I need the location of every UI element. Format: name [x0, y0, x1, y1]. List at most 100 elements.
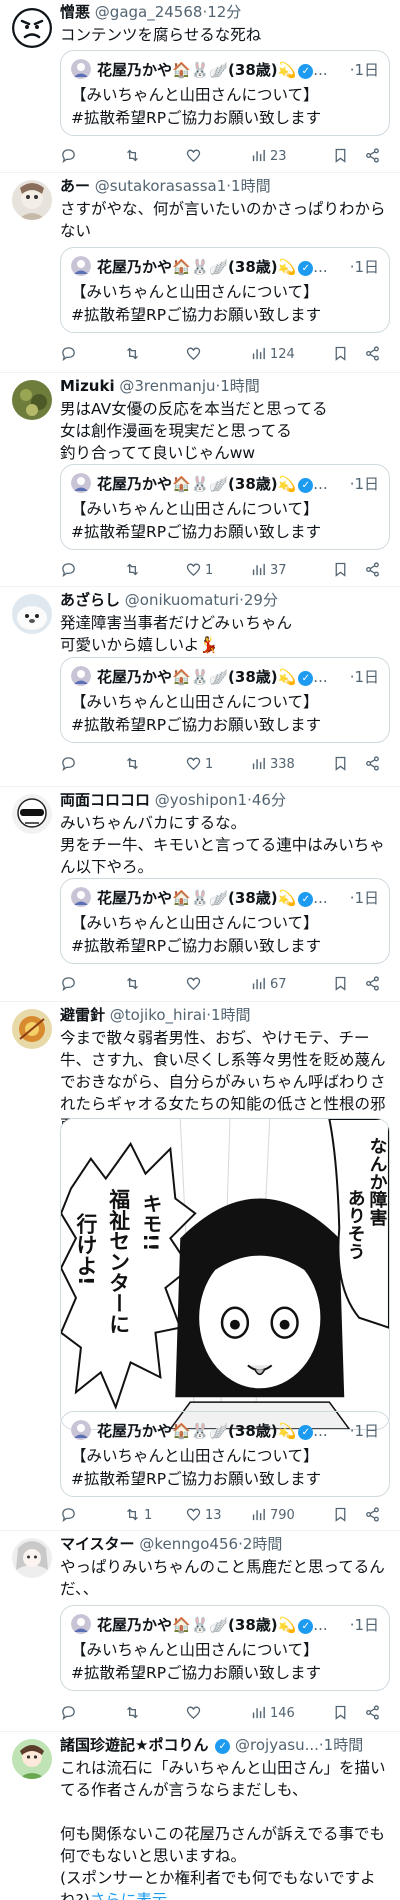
share-button[interactable] [364, 342, 381, 368]
like-button[interactable] [185, 144, 205, 170]
author-name[interactable]: あー [60, 177, 90, 195]
views-button[interactable]: 146 [250, 1701, 295, 1727]
avatar[interactable] [12, 180, 52, 220]
timestamp[interactable]: ·12分 [202, 3, 241, 21]
avatar[interactable] [12, 594, 52, 634]
retweet-button[interactable] [124, 752, 144, 778]
reply-button[interactable] [60, 1701, 80, 1727]
share-button[interactable] [364, 1503, 381, 1529]
tweet[interactable]: 諸国珍遊記★ポコりん ✓ @rojyasu...·1時間 これは流石に「みいちゃ… [0, 1733, 400, 1900]
attached-image[interactable]: キモ!! 福祉センターに 行けよ! なんか障害 ありそう [60, 1118, 390, 1430]
bookmark-icon [335, 1705, 346, 1720]
author-name[interactable]: 避雷針 [60, 1006, 105, 1024]
share-button[interactable] [364, 144, 381, 170]
author-handle[interactable]: @yoshipon1 [155, 791, 247, 809]
analytics-icon [252, 347, 265, 360]
show-more-link[interactable]: さらに表示 [90, 1891, 168, 1900]
author-name[interactable]: マイスター [60, 1535, 135, 1553]
tweet[interactable]: あー @sutakorasassa1·1時間 さすがやな、何が言いたいのかさっぱ… [0, 174, 400, 373]
timestamp[interactable]: ·1時間 [206, 1006, 250, 1024]
reply-button[interactable] [60, 1503, 80, 1529]
views-button[interactable]: 37 [250, 558, 287, 584]
tweet[interactable]: マイスター @kenngo456·2時間 やっぱりみいちゃんのこと馬鹿だと思って… [0, 1532, 400, 1732]
timestamp[interactable]: ·46分 [247, 791, 286, 809]
quote-truncation: ... [313, 61, 328, 79]
tweet-text: みいちゃんバカにするな。 男をチー牛、キモいと言ってる連中はみいちゃん以下やろ。 [60, 814, 385, 876]
reply-button[interactable] [60, 144, 80, 170]
timestamp[interactable]: ·2時間 [238, 1535, 282, 1553]
tweet[interactable]: 両面コロコロ @yoshipon1·46分 みいちゃんバカにするな。 男をチー牛… [0, 788, 400, 1002]
retweet-button[interactable]: 1 [124, 1503, 152, 1529]
tweet[interactable]: 避雷針 @tojiko_hirai·1時間 今まで散々弱者男性、おぢ、やけモテ、… [0, 1003, 400, 1531]
quoted-tweet[interactable]: 花屋乃かや🏠🐰🪽(38歳)💫 ✓... ·1日 【みいちゃんと山田さんについて】 … [60, 878, 390, 964]
timestamp[interactable]: ·1時間 [226, 177, 270, 195]
quoted-tweet[interactable]: 花屋乃かや🏠🐰🪽(38歳)💫 ✓... ·1日 【みいちゃんと山田さんについて】 … [60, 464, 390, 550]
views-button[interactable]: 23 [250, 144, 287, 170]
avatar[interactable] [12, 794, 52, 834]
timestamp[interactable]: ·1時間 [319, 1736, 363, 1754]
avatar[interactable] [12, 380, 52, 420]
bookmark-button[interactable] [332, 144, 349, 170]
like-button[interactable] [185, 1701, 205, 1727]
author-handle[interactable]: @kenngo456 [139, 1535, 238, 1553]
retweet-button[interactable] [124, 558, 144, 584]
quote-avatar [71, 473, 91, 493]
quoted-tweet[interactable]: 花屋乃かや🏠🐰🪽(38歳)💫 ✓... ·1日 【みいちゃんと山田さんについて】 … [60, 50, 390, 136]
like-button[interactable] [185, 972, 205, 998]
quote-avatar [71, 666, 91, 686]
author-handle[interactable]: @onikuomaturi [125, 591, 239, 609]
quoted-tweet[interactable]: 花屋乃かや🏠🐰🪽(38歳)💫 ✓... ·1日 【みいちゃんと山田さんについて】 … [60, 1605, 390, 1691]
share-button[interactable] [364, 972, 381, 998]
author-handle[interactable]: @tojiko_hirai [110, 1006, 206, 1024]
bookmark-button[interactable] [332, 342, 349, 368]
author-handle[interactable]: @rojyasu... [235, 1736, 319, 1754]
reply-button[interactable] [60, 342, 80, 368]
author-handle[interactable]: @3renmanju [119, 377, 215, 395]
quoted-tweet[interactable]: 花屋乃かや🏠🐰🪽(38歳)💫 ✓... ·1日 【みいちゃんと山田さんについて】 … [60, 657, 390, 743]
retweet-button[interactable] [124, 1701, 144, 1727]
like-button[interactable]: 1 [185, 752, 213, 778]
reply-button[interactable] [60, 558, 80, 584]
tweet[interactable]: あざらし @onikuomaturi·29分 発達障害当事者だけどみぃちゃん 可… [0, 588, 400, 787]
avatar[interactable] [12, 1538, 52, 1578]
bookmark-button[interactable] [332, 558, 349, 584]
share-button[interactable] [364, 752, 381, 778]
bookmark-button[interactable] [332, 972, 349, 998]
bookmark-button[interactable] [332, 1503, 349, 1529]
views-button[interactable]: 67 [250, 972, 287, 998]
bookmark-button[interactable] [332, 752, 349, 778]
author-handle[interactable]: @sutakorasassa1 [95, 177, 226, 195]
author-handle[interactable]: @gaga_24568 [95, 3, 203, 21]
reply-button[interactable] [60, 752, 80, 778]
timestamp[interactable]: ·29分 [239, 591, 278, 609]
author-name[interactable]: 諸国珍遊記★ポコりん [60, 1736, 208, 1754]
quoted-tweet[interactable]: 花屋乃かや🏠🐰🪽(38歳)💫 ✓... ·1日 【みいちゃんと山田さんについて】 … [60, 1411, 390, 1497]
timestamp[interactable]: ·1時間 [216, 377, 260, 395]
quote-avatar [71, 887, 91, 907]
author-name[interactable]: Mizuki [60, 377, 115, 395]
views-button[interactable]: 790 [250, 1503, 295, 1529]
quote-timestamp: ·1日 [349, 668, 379, 686]
avatar[interactable] [12, 1009, 52, 1049]
like-button[interactable] [185, 342, 205, 368]
tweet[interactable]: Mizuki @3renmanju·1時間 男はAV女優の反応を本当だと思ってる… [0, 374, 400, 587]
like-button[interactable]: 13 [185, 1503, 222, 1529]
reply-icon [62, 563, 75, 578]
author-name[interactable]: 両面コロコロ [60, 791, 150, 809]
author-name[interactable]: 憎悪 [60, 3, 90, 21]
like-button[interactable]: 1 [185, 558, 213, 584]
retweet-button[interactable] [124, 144, 144, 170]
views-button[interactable]: 338 [250, 752, 295, 778]
avatar[interactable] [12, 1739, 52, 1779]
share-button[interactable] [364, 558, 381, 584]
bookmark-button[interactable] [332, 1701, 349, 1727]
tweet[interactable]: 憎悪 @gaga_24568·12分 コンテンツを腐らせるな死ね 花屋乃かや🏠🐰… [0, 0, 400, 173]
quoted-tweet[interactable]: 花屋乃かや🏠🐰🪽(38歳)💫 ✓... ·1日 【みいちゃんと山田さんについて】 … [60, 247, 390, 333]
retweet-button[interactable] [124, 342, 144, 368]
share-button[interactable] [364, 1701, 381, 1727]
avatar[interactable] [12, 8, 52, 48]
author-name[interactable]: あざらし [60, 591, 120, 609]
retweet-button[interactable] [124, 972, 144, 998]
reply-button[interactable] [60, 972, 80, 998]
views-button[interactable]: 124 [250, 342, 295, 368]
